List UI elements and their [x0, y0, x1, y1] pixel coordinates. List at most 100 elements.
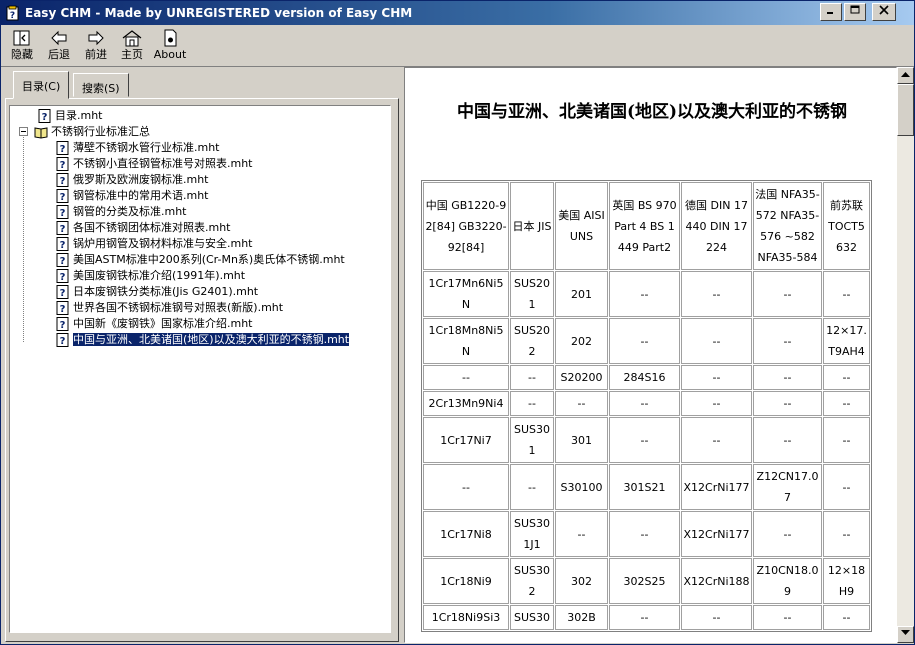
- title-bar[interactable]: ? Easy CHM - Made by UNREGISTERED versio…: [1, 1, 914, 25]
- home-icon: [122, 30, 142, 47]
- table-cell: --: [823, 271, 870, 317]
- tree-folder-label: 不锈钢行业标准汇总: [51, 125, 150, 138]
- table-cell: --: [681, 318, 752, 364]
- minimize-button[interactable]: [820, 3, 842, 21]
- table-cell: 301: [555, 417, 608, 463]
- tree-item-root-page[interactable]: ? 目录.mht: [38, 108, 103, 124]
- table-cell: 284S16: [609, 365, 680, 390]
- help-page-icon: ?: [56, 317, 69, 331]
- table-cell: --: [609, 271, 680, 317]
- tree-item[interactable]: ? 钢管的分类及标准.mht: [56, 204, 187, 220]
- svg-text:?: ?: [60, 336, 66, 347]
- table-cell: 202: [555, 318, 608, 364]
- tree-item[interactable]: ? 各国不锈钢团体标准对照表.mht: [56, 220, 231, 236]
- table-cell: 302S25: [609, 558, 680, 604]
- scroll-up-button[interactable]: [897, 67, 914, 84]
- tree-item-label: 薄壁不锈钢水管行业标准.mht: [73, 141, 220, 154]
- tree-item-label: 目录.mht: [55, 109, 103, 122]
- about-button[interactable]: About: [152, 27, 188, 65]
- svg-text:?: ?: [10, 11, 15, 21]
- table-cell: 2Cr13Mn9Ni4: [423, 391, 509, 416]
- table-cell: 1Cr18Ni9: [423, 558, 509, 604]
- open-book-icon: [34, 127, 48, 139]
- table-header-cell: 前苏联 TOCT5632: [823, 182, 870, 270]
- table-cell: 301S21: [609, 464, 680, 510]
- app-window: ? Easy CHM - Made by UNREGISTERED versio…: [0, 0, 915, 645]
- tree-item[interactable]: ? 锅炉用钢管及钢材料标准与安全.mht: [56, 236, 253, 252]
- tree-item-label: 各国不锈钢团体标准对照表.mht: [73, 221, 231, 234]
- tree-guide-line: [23, 134, 24, 342]
- svg-text:?: ?: [60, 176, 66, 187]
- home-button[interactable]: 主页: [117, 27, 147, 65]
- table-cell: S20200: [555, 365, 608, 390]
- table-row: -- -- S30100 301S21 X12CrNi177 Z12CN17.07 --: [423, 464, 870, 510]
- tree-item[interactable]: ? 薄壁不锈钢水管行业标准.mht: [56, 140, 220, 156]
- tree-item[interactable]: ? 不锈钢小直径钢管标准号对照表.mht: [56, 156, 253, 172]
- tree-item[interactable]: ? 日本废钢铁分类标准(Jis G2401).mht: [56, 284, 258, 300]
- document-title: 中国与亚洲、北美诸国(地区)以及澳大利亚的不锈钢: [456, 102, 848, 122]
- table-cell: X12CrNi177: [681, 511, 752, 557]
- table-cell: --: [823, 464, 870, 510]
- table-cell: 1Cr18Ni9Si3: [423, 605, 509, 630]
- tree-item[interactable]: ? 美国废钢铁标准介绍(1991年).mht: [56, 268, 245, 284]
- tree-folder[interactable]: 不锈钢行业标准汇总: [34, 124, 150, 140]
- table-cell: SUS301: [510, 417, 554, 463]
- table-header-cell: 法国 NFA35-572 NFA35-576 ~582 NFA35-584: [753, 182, 822, 270]
- tree-item-label: 钢管的分类及标准.mht: [73, 205, 187, 218]
- table-cell: --: [555, 511, 608, 557]
- navigation-tabs: 目录(C) 搜索(S): [5, 71, 400, 99]
- forward-button[interactable]: 前进: [81, 27, 111, 65]
- table-cell: --: [823, 511, 870, 557]
- back-button[interactable]: 后退: [44, 27, 74, 65]
- content-scrollbar[interactable]: [897, 67, 914, 643]
- table-cell: 1Cr18Mn8Ni5N: [423, 318, 509, 364]
- toolbar: 隐藏 后退 前进 主页 About: [1, 25, 914, 67]
- table-header-cell: 德国 DIN 17440 DIN 17224: [681, 182, 752, 270]
- table-cell: --: [681, 365, 752, 390]
- hide-button[interactable]: 隐藏: [7, 27, 37, 65]
- forward-label: 前进: [85, 48, 107, 61]
- chm-help-icon: ?: [6, 5, 19, 21]
- close-button[interactable]: [872, 3, 896, 21]
- table-cell: S30100: [555, 464, 608, 510]
- minimize-icon: [827, 12, 833, 14]
- scroll-down-button[interactable]: [897, 626, 914, 643]
- tree-item-label: 世界各国不锈钢标准钢号对照表(新版).mht: [73, 301, 284, 314]
- tree-item[interactable]: ? 钢管标准中的常用术语.mht: [56, 188, 209, 204]
- svg-text:?: ?: [60, 208, 66, 219]
- tab-search[interactable]: 搜索(S): [73, 73, 129, 97]
- table-row: 1Cr17Ni8 SUS301J1 -- -- X12CrNi177 -- --: [423, 511, 870, 557]
- contents-tree[interactable]: ? 目录.mht 不锈钢行业标准汇总 ? 薄壁不锈钢水管行业标准.mht? 不锈钢小直…: [9, 105, 391, 633]
- tree-item[interactable]: ? 世界各国不锈钢标准钢号对照表(新版).mht: [56, 300, 283, 316]
- content-pane[interactable]: 中国与亚洲、北美诸国(地区)以及澳大利亚的不锈钢 中国 GB1220-92[84…: [404, 67, 897, 643]
- about-document-icon: [164, 29, 177, 47]
- table-row: 1Cr18Ni9 SUS302 302 302S25 X12CrNi188 Z10CN18…: [423, 558, 870, 604]
- help-page-icon: ?: [56, 237, 69, 251]
- hide-label: 隐藏: [11, 48, 33, 61]
- table-cell: --: [753, 365, 822, 390]
- help-page-icon: ?: [56, 205, 69, 219]
- scroll-thumb[interactable]: [897, 84, 914, 136]
- tree-item-label: 日本废钢铁分类标准(Jis G2401).mht: [73, 285, 259, 298]
- tree-item[interactable]: ? 俄罗斯及欧洲废钢标准.mht: [56, 172, 209, 188]
- maximize-button[interactable]: [844, 3, 866, 21]
- table-cell: --: [681, 391, 752, 416]
- tree-item[interactable]: ? 美国ASTM标准中200系列(Cr-Mn系)奥氏体不锈钢.mht: [56, 252, 345, 268]
- back-label: 后退: [48, 48, 70, 61]
- table-cell: --: [423, 365, 509, 390]
- table-cell: --: [609, 511, 680, 557]
- table-header-cell: 日本 JIS: [510, 182, 554, 270]
- table-cell: --: [823, 605, 870, 630]
- table-row: 1Cr18Mn8Ni5N SUS202 202 -- -- -- 12×17.T9AH4: [423, 318, 870, 364]
- table-cell: SUS30: [510, 605, 554, 630]
- tab-contents[interactable]: 目录(C): [13, 71, 70, 99]
- svg-text:?: ?: [60, 272, 66, 283]
- tree-item-label: 不锈钢小直径钢管标准号对照表.mht: [73, 157, 253, 170]
- tree-item-label: 美国ASTM标准中200系列(Cr-Mn系)奥氏体不锈钢.mht: [73, 253, 345, 266]
- tree-item[interactable]: ? 中国与亚洲、北美诸国(地区)以及澳大利亚的不锈钢.mht: [56, 332, 350, 348]
- table-header-cell: 中国 GB1220-92[84] GB3220-92[84]: [423, 182, 509, 270]
- back-arrow-icon: [51, 30, 67, 46]
- tree-collapse-toggle[interactable]: [19, 127, 28, 136]
- tree-item[interactable]: ? 中国新《废钢铁》国家标准介绍.mht: [56, 316, 253, 332]
- table-cell: --: [681, 271, 752, 317]
